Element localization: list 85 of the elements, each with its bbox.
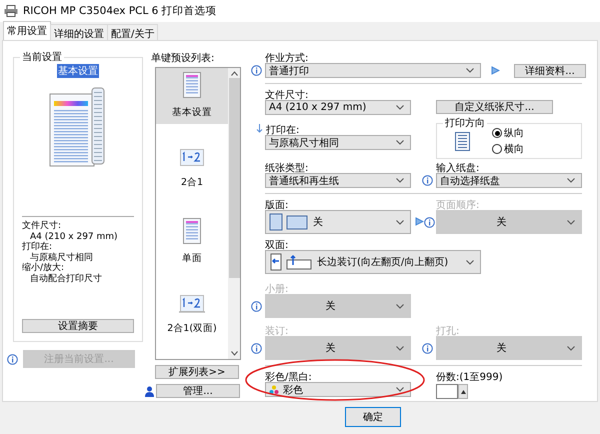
field-label: 份数:(1至999) (435, 371, 503, 382)
chevron-down-icon (396, 140, 404, 145)
page-layout-icon (269, 213, 309, 231)
ok-button[interactable]: 确定 (345, 407, 401, 427)
document-icon (183, 72, 201, 98)
scroll-down-icon[interactable] (230, 351, 238, 356)
dropdown[interactable]: 自动选择纸盘 (436, 173, 582, 188)
scroll-up-icon[interactable] (230, 71, 238, 76)
group-title: 当前设置 (20, 50, 64, 64)
field-label: 作业方式: (264, 52, 310, 63)
chevron-down-icon (396, 346, 404, 350)
play-icon[interactable] (491, 66, 500, 75)
info-icon (251, 65, 262, 76)
chevron-down-icon (466, 68, 474, 73)
summary-button[interactable]: 设置摘要 (22, 319, 134, 333)
person-icon (145, 386, 154, 396)
field-label: 装订: (264, 324, 290, 336)
info-icon (251, 300, 262, 312)
preset-item[interactable]: 单面 (156, 214, 228, 270)
up-arrow-icon (460, 390, 466, 394)
chevron-down-icon (396, 105, 404, 110)
field-label: 彩色/黑白: (264, 371, 313, 382)
chevron-down-icon (396, 178, 404, 183)
tab[interactable]: 详细的设置 (50, 24, 108, 40)
details-button[interactable]: 详细资料... (514, 64, 586, 78)
preset-item[interactable]: 基本设置 (156, 68, 228, 124)
summary-value: A4 (210 x 297 mm) (29, 232, 119, 242)
field-label: 文件尺寸: (264, 88, 310, 100)
chevron-down-icon (396, 220, 404, 224)
radio-option[interactable]: 横向 (492, 142, 524, 156)
portrait-page-icon (455, 132, 470, 150)
list-title: 单键预设列表: (151, 52, 216, 65)
field-label: 打孔: (435, 324, 460, 336)
summary-value: 与原稿尺寸相同 (29, 252, 94, 262)
dropdown[interactable]: A4 (210 x 297 mm) (265, 100, 411, 115)
document-icon (183, 218, 201, 244)
printer-icon (4, 5, 18, 17)
preset-name: 基本设置 (57, 64, 99, 78)
chevron-down-icon (396, 387, 404, 392)
color-dots-icon (269, 384, 279, 394)
field-label: 版面: (264, 199, 290, 210)
dropdown[interactable]: 长边装订(向左翻页/向上翻页) (265, 250, 481, 274)
tab[interactable]: 常用设置 (3, 21, 51, 40)
dropdown[interactable]: 与原稿尺寸相同 (265, 135, 411, 150)
two-in-one-icon (179, 148, 205, 168)
summary-label: 打印在: (22, 242, 54, 252)
field-label: 小册: (264, 282, 290, 294)
chevron-down-icon (466, 260, 474, 264)
radio-option[interactable]: 纵向 (492, 126, 524, 140)
down-arrow-icon (256, 124, 263, 133)
scrollbar[interactable] (228, 68, 240, 359)
expand-list-button[interactable]: 扩展列表>> (155, 365, 239, 379)
summary-value: 自动配合打印尺寸 (29, 274, 103, 284)
field-label: 双面: (264, 239, 290, 250)
copies-field[interactable] (436, 384, 458, 399)
chevron-down-icon (567, 346, 575, 350)
info-icon (422, 342, 433, 354)
field-label: 打印在: (251, 123, 411, 135)
two-in-one-icon (179, 294, 205, 314)
preset-item[interactable]: 2合1(双面) (156, 286, 228, 342)
manage-button[interactable]: 管理... (156, 384, 240, 398)
dropdown[interactable]: 彩色 (265, 382, 411, 397)
duplex-icon (269, 253, 313, 271)
dropdown[interactable]: 关 (265, 210, 411, 234)
field-label: 页面顺序: (435, 198, 480, 210)
chevron-down-icon (567, 220, 575, 224)
play-icon[interactable] (415, 216, 424, 226)
field-label: 纸张类型: (264, 162, 310, 173)
dropdown[interactable]: 普通打印 (265, 63, 481, 78)
summary-label: 缩小/放大: (22, 263, 66, 274)
info-icon (422, 175, 433, 186)
chevron-down-icon (396, 304, 404, 308)
field-label: 输入纸盘: (435, 162, 480, 173)
info-icon (251, 342, 262, 354)
summary-label: 文件尺寸: (22, 221, 62, 232)
tab[interactable]: 配置/关于 (107, 24, 158, 40)
custom-size-button[interactable]: 自定义纸张尺寸... (436, 100, 553, 114)
group-title: 打印方向 (443, 116, 487, 130)
info-icon (7, 354, 18, 364)
window-title: RICOH MP C3504ex PCL 6 打印首选项 (23, 4, 217, 18)
info-icon (424, 216, 435, 228)
preset-item[interactable]: 2合1 (156, 140, 228, 196)
dropdown[interactable]: 普通纸和再生纸 (265, 173, 411, 188)
chevron-down-icon (567, 178, 575, 183)
spin-up-button[interactable] (458, 384, 468, 399)
